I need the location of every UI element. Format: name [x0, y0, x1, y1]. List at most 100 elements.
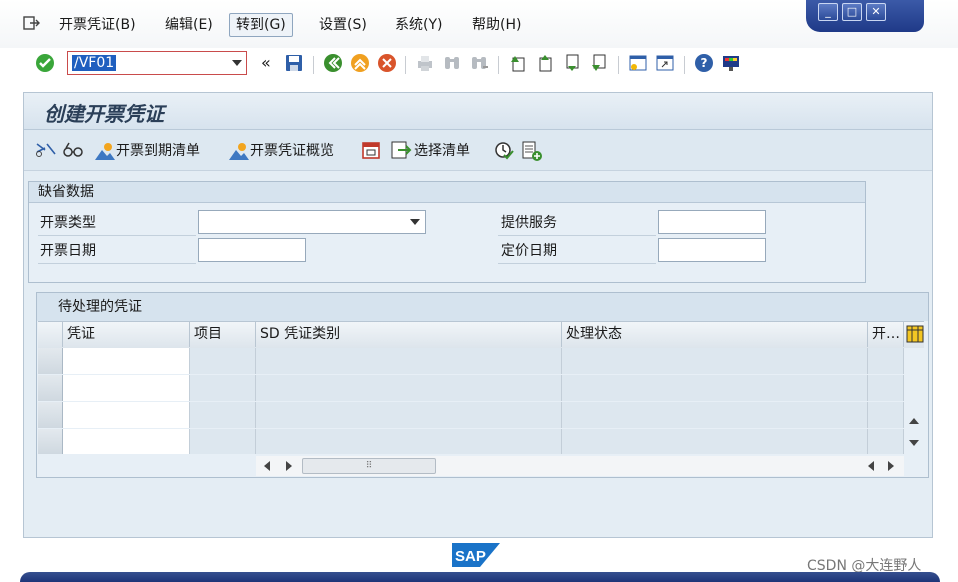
- last-page-icon[interactable]: [589, 53, 609, 73]
- pricing-date-label: 定价日期: [501, 243, 557, 259]
- cell-item: [190, 429, 256, 454]
- cell-sd-category: [256, 375, 562, 401]
- billing-due-list-button[interactable]: 开票到期清单: [116, 140, 200, 162]
- scroll-right-icon[interactable]: [284, 460, 294, 472]
- glasses-icon[interactable]: [62, 140, 84, 160]
- menu-billing-document[interactable]: 开票凭证(B): [53, 14, 142, 36]
- cell-document[interactable]: [63, 402, 190, 428]
- toolbar-separator: [498, 56, 499, 74]
- layout-menu-icon[interactable]: [721, 53, 741, 73]
- chevron-down-icon[interactable]: [232, 60, 242, 66]
- new-session-icon[interactable]: [628, 53, 648, 73]
- row-selector[interactable]: [38, 348, 63, 374]
- cell-sd-category: [256, 429, 562, 454]
- billing-date-label: 开票日期: [40, 243, 96, 259]
- column-item[interactable]: 项目: [190, 321, 256, 347]
- add-list-icon[interactable]: [521, 140, 543, 162]
- minimize-icon[interactable]: _: [818, 3, 838, 21]
- menu-help[interactable]: 帮助(H): [466, 14, 527, 36]
- column-billing-truncated[interactable]: 开…: [868, 321, 904, 347]
- svg-text:SAP: SAP: [455, 548, 486, 565]
- mountain-icon[interactable]: [94, 140, 116, 162]
- next-page-icon[interactable]: [562, 53, 582, 73]
- scroll-left-icon[interactable]: [262, 460, 272, 472]
- cell-status: [562, 348, 868, 374]
- column-settings-icon[interactable]: [906, 325, 924, 343]
- window-controls: _ □ ✕: [806, 0, 924, 32]
- menu-edit[interactable]: 编辑(E): [159, 14, 219, 36]
- help-icon[interactable]: ?: [694, 53, 714, 73]
- table-row[interactable]: [38, 348, 904, 374]
- save-icon[interactable]: [284, 53, 304, 73]
- cell-item: [190, 375, 256, 401]
- table-row[interactable]: [38, 429, 904, 454]
- billing-date-field[interactable]: [198, 238, 306, 262]
- menu-exit-icon[interactable]: [22, 14, 40, 32]
- page-title: 创建开票凭证: [44, 102, 164, 126]
- billing-type-label: 开票类型: [40, 215, 96, 231]
- scroll-up-icon[interactable]: [908, 416, 920, 426]
- cancel-icon[interactable]: [377, 53, 397, 73]
- row-selector[interactable]: [38, 375, 63, 401]
- cell-status: [562, 375, 868, 401]
- cell-document[interactable]: [63, 429, 190, 454]
- cell-document[interactable]: [63, 348, 190, 374]
- back-icon[interactable]: [323, 53, 343, 73]
- default-data-title: 缺省数据: [38, 184, 94, 200]
- command-field[interactable]: /VF01: [67, 51, 247, 75]
- previous-page-icon[interactable]: [535, 53, 555, 73]
- print-icon[interactable]: [415, 53, 435, 73]
- row-selector[interactable]: [38, 429, 63, 454]
- scroll-left-icon[interactable]: [866, 460, 876, 472]
- selection-list-button[interactable]: 选择清单: [414, 140, 470, 162]
- exit-icon[interactable]: [350, 53, 370, 73]
- collapse-toolbar-icon[interactable]: «: [261, 53, 271, 72]
- maximize-icon[interactable]: □: [842, 3, 862, 21]
- billing-type-select[interactable]: [198, 210, 426, 234]
- column-document[interactable]: 凭证: [63, 321, 190, 347]
- label-underline: [38, 235, 196, 236]
- cell-billing: [868, 375, 904, 401]
- menu-goto[interactable]: 转到(G): [229, 13, 293, 37]
- export-icon[interactable]: [390, 140, 412, 160]
- chevron-down-icon[interactable]: [410, 219, 420, 225]
- cell-status: [562, 429, 868, 454]
- menu-system[interactable]: 系统(Y): [389, 14, 448, 36]
- toolbar-separator: [618, 56, 619, 74]
- billing-overview-button[interactable]: 开票凭证概览: [250, 140, 334, 162]
- table-row[interactable]: [38, 402, 904, 428]
- shortcut-icon[interactable]: [655, 53, 675, 73]
- mountain-icon[interactable]: [228, 140, 250, 162]
- default-data-header: [29, 182, 865, 203]
- column-processing-status[interactable]: 处理状态: [562, 321, 868, 347]
- service-rendered-field[interactable]: [658, 210, 766, 234]
- cut-icon[interactable]: [35, 140, 57, 160]
- scroll-down-icon[interactable]: [908, 438, 920, 448]
- row-selector[interactable]: [38, 402, 63, 428]
- calendar-icon[interactable]: [361, 140, 381, 160]
- toolbar-separator: [684, 56, 685, 74]
- cell-billing: [868, 429, 904, 454]
- status-bar: [20, 572, 940, 582]
- select-all-column[interactable]: [38, 321, 63, 347]
- pricing-date-field[interactable]: [658, 238, 766, 262]
- column-sd-doc-category[interactable]: SD 凭证类别: [256, 321, 562, 347]
- find-next-icon[interactable]: [469, 53, 489, 73]
- enter-check-icon[interactable]: [35, 53, 55, 73]
- menu-settings[interactable]: 设置(S): [313, 14, 373, 36]
- clock-check-icon[interactable]: [494, 140, 514, 160]
- svg-text:?: ?: [701, 56, 708, 70]
- find-icon[interactable]: [442, 53, 462, 73]
- toolbar-separator: [405, 56, 406, 74]
- sap-logo-icon: SAP: [452, 543, 500, 567]
- cell-billing: [868, 402, 904, 428]
- scroll-right-icon[interactable]: [886, 460, 896, 472]
- first-page-icon[interactable]: [508, 53, 528, 73]
- table-row[interactable]: [38, 375, 904, 401]
- pending-documents-header: [37, 293, 928, 321]
- cell-document[interactable]: [63, 375, 190, 401]
- close-icon[interactable]: ✕: [866, 3, 886, 21]
- cell-item: [190, 348, 256, 374]
- scroll-thumb[interactable]: ⠿: [302, 458, 436, 474]
- label-underline: [498, 263, 656, 264]
